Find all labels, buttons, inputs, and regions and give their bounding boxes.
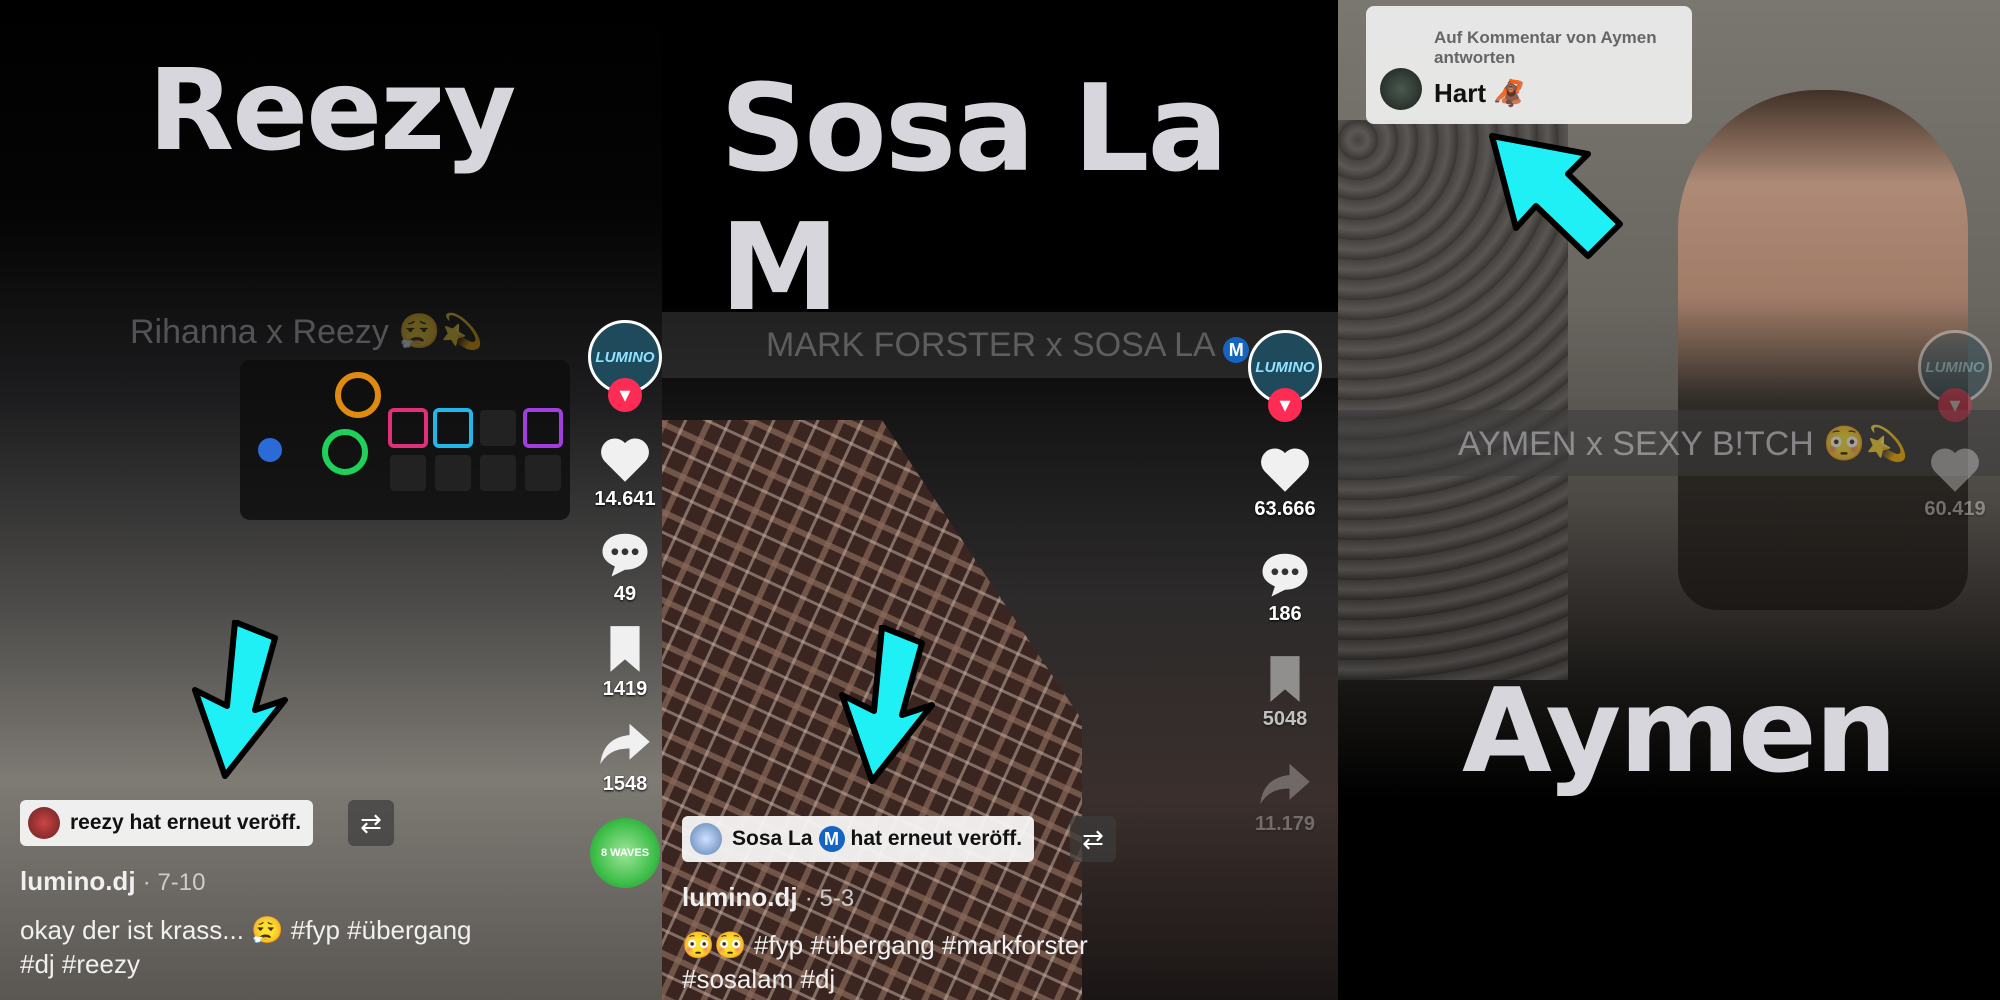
comment-icon[interactable] bbox=[598, 529, 652, 579]
follow-button[interactable]: ▾ bbox=[1268, 388, 1302, 422]
reply-label-line-1: Auf Kommentar von Aymen bbox=[1434, 28, 1657, 47]
action-rail: LUMINO ▾ 14.641 49 1419 1548 8 WAVES bbox=[580, 320, 662, 888]
repost-icon[interactable]: ⇄ bbox=[348, 800, 394, 846]
dj-controller-graphic bbox=[240, 360, 570, 520]
post-date: · 7-10 bbox=[142, 869, 206, 896]
author-name[interactable]: lumino.dj bbox=[20, 866, 136, 896]
reposter-avatar bbox=[690, 823, 722, 855]
follow-button[interactable]: ▾ bbox=[1938, 388, 1972, 422]
caption: 😳😳 #fyp #übergang #markforster #sosalam … bbox=[682, 928, 1088, 996]
caption-line-1: okay der ist krass... 😮‍💨 #fyp #übergang bbox=[20, 915, 472, 945]
caption-line-2: #dj #reezy bbox=[20, 949, 140, 979]
video-overlay-title: AYMEN x SEXY B!TCH 😳💫 bbox=[1458, 425, 1908, 463]
cyan-arrow-pointer bbox=[192, 620, 288, 779]
commenter-avatar bbox=[1380, 68, 1422, 110]
share-icon[interactable] bbox=[1258, 759, 1312, 809]
reply-comment-card[interactable]: Auf Kommentar von Aymen antworten Hart 🦧 bbox=[1366, 6, 1692, 124]
caption-line-2: #sosalam #dj bbox=[682, 964, 836, 994]
repost-text: reezy hat erneut veröff. bbox=[70, 811, 302, 834]
repost-text-b: hat erneut veröff. bbox=[850, 827, 1023, 850]
reply-comment-text: Hart 🦧 bbox=[1434, 78, 1526, 108]
author-line: lumino.dj · 5-3 bbox=[682, 882, 854, 913]
like-count: 60.419 bbox=[1924, 498, 1986, 520]
video-panel-sosa: Sosa La M MARK FORSTER x SOSA LA M LUMIN… bbox=[662, 0, 1338, 1000]
save-count: 5048 bbox=[1262, 708, 1308, 730]
action-rail: LUMINO ▾ 63.666 186 5048 11.179 bbox=[1240, 330, 1330, 836]
repost-chip[interactable]: Sosa La M hat erneut veröff. bbox=[682, 816, 1035, 862]
panel-heading: Sosa La M bbox=[720, 60, 1229, 338]
repost-chip[interactable]: reezy hat erneut veröff. bbox=[20, 800, 314, 846]
caption-line-1: 😳😳 #fyp #übergang #markforster bbox=[682, 930, 1088, 960]
comment-count: 186 bbox=[1268, 603, 1302, 625]
post-date: · 5-3 bbox=[804, 885, 855, 912]
bookmark-icon[interactable] bbox=[1263, 654, 1307, 704]
share-count: 1548 bbox=[602, 773, 648, 795]
save-count: 1419 bbox=[602, 678, 648, 700]
panel-heading: Aymen bbox=[1462, 664, 1897, 799]
reply-label-line-2: antworten bbox=[1434, 48, 1516, 67]
video-overlay-title: Rihanna x Reezy 😮‍💨💫 bbox=[130, 313, 484, 351]
repost-text-a: Sosa La bbox=[732, 827, 813, 850]
action-rail: LUMINO ▾ 60.419 bbox=[1910, 330, 2000, 521]
share-count: 11.179 bbox=[1254, 813, 1316, 835]
cyan-arrow-pointer bbox=[1489, 133, 1623, 259]
bookmark-icon[interactable] bbox=[603, 624, 647, 674]
heart-icon[interactable] bbox=[1927, 444, 1983, 494]
heart-icon[interactable] bbox=[597, 434, 653, 484]
video-panel-reezy: Reezy Rihanna x Reezy 😮‍💨💫 LUMINO ▾ 14.6… bbox=[0, 0, 662, 1000]
reposter-avatar bbox=[28, 807, 60, 839]
repost-icon[interactable]: ⇄ bbox=[1070, 816, 1116, 862]
comment-count: 49 bbox=[613, 583, 637, 605]
video-overlay-title: MARK FORSTER x SOSA LA M bbox=[766, 326, 1250, 365]
video-panel-aymen: Auf Kommentar von Aymen antworten Hart 🦧… bbox=[1338, 0, 2000, 1000]
follow-button[interactable]: ▾ bbox=[608, 378, 642, 412]
panel-heading: Reezy bbox=[148, 46, 516, 176]
caption: okay der ist krass... 😮‍💨 #fyp #übergang… bbox=[20, 913, 471, 981]
share-icon[interactable] bbox=[598, 719, 652, 769]
m-badge-icon: M bbox=[818, 826, 845, 852]
sound-disc[interactable]: 8 WAVES bbox=[590, 818, 660, 888]
cyan-arrow-pointer bbox=[839, 625, 935, 784]
heart-icon[interactable] bbox=[1257, 444, 1313, 494]
author-name[interactable]: lumino.dj bbox=[682, 882, 798, 912]
comment-icon[interactable] bbox=[1258, 549, 1312, 599]
like-count: 14.641 bbox=[594, 488, 656, 510]
author-line: lumino.dj · 7-10 bbox=[20, 866, 205, 897]
like-count: 63.666 bbox=[1254, 498, 1316, 520]
